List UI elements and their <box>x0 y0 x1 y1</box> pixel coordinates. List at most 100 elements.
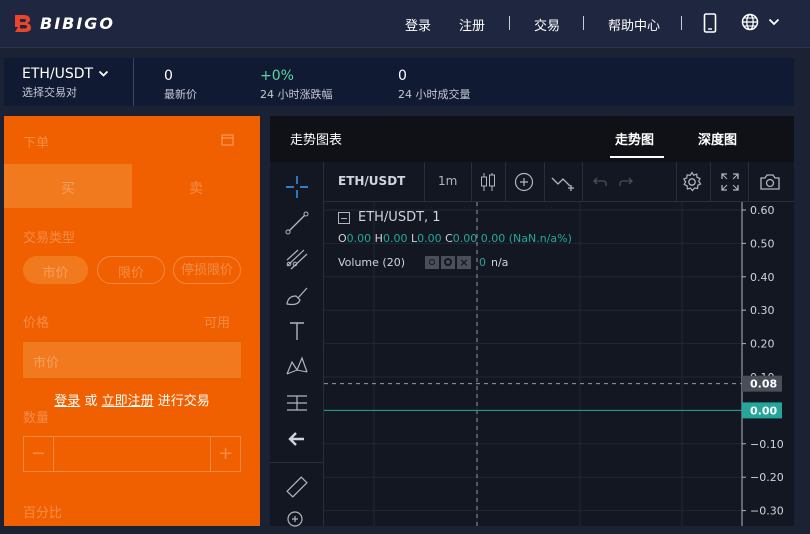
pattern-icon[interactable] <box>284 354 310 380</box>
chevron-down-icon[interactable] <box>768 18 780 26</box>
drawing-toolbar <box>270 162 324 527</box>
order-type-limit[interactable]: 限价 <box>97 256 165 284</box>
stat-change: +0% 24 小时涨跌幅 <box>260 68 333 102</box>
volume-label: 24 小时成交量 <box>398 88 471 101</box>
ruler-icon[interactable] <box>284 474 310 500</box>
camera-icon[interactable] <box>758 170 782 194</box>
order-type-market-label: 市价 <box>42 266 69 281</box>
trend-line-icon[interactable] <box>284 210 310 236</box>
nav-divider <box>681 16 682 30</box>
quantity-minus-button[interactable]: − <box>24 437 54 471</box>
undo-icon[interactable] <box>592 174 608 190</box>
tab-depth-chart[interactable]: 深度图 <box>698 129 737 148</box>
last-price-label: 0.00 <box>750 404 777 417</box>
measure-range-icon[interactable] <box>284 390 310 416</box>
candles-icon[interactable] <box>476 170 500 194</box>
text-tool-icon[interactable] <box>284 318 310 344</box>
stat-volume: 0 24 小时成交量 <box>398 68 471 102</box>
ohlc-o-value: 0.00 <box>346 232 372 245</box>
toolbar-separator <box>544 162 545 202</box>
order-type-market[interactable]: 市价 <box>23 256 88 284</box>
brush-icon[interactable] <box>284 282 310 308</box>
collapse-legend-icon[interactable] <box>338 211 350 224</box>
chevron-down-icon <box>98 70 109 77</box>
globe-icon[interactable] <box>741 13 759 31</box>
compare-icon[interactable] <box>550 170 576 194</box>
nav-register[interactable]: 注册 <box>459 0 485 48</box>
order-type-limit-label: 限价 <box>117 266 144 281</box>
toolbar-separator <box>582 162 583 202</box>
volume-legend-controls: × <box>425 256 471 269</box>
chart-interval[interactable]: 1m <box>438 174 457 188</box>
buy-tab[interactable]: 买 <box>4 164 132 208</box>
fullscreen-icon[interactable] <box>720 172 740 192</box>
price-label: 价格 <box>23 316 50 331</box>
nav-login[interactable]: 登录 <box>405 0 431 48</box>
mobile-phone-icon[interactable] <box>703 13 717 33</box>
sell-tab-label: 卖 <box>189 181 203 197</box>
toolbar-divider <box>270 462 324 463</box>
register-link[interactable]: 立即注册 <box>102 394 154 409</box>
zoom-in-icon[interactable] <box>284 508 310 534</box>
quantity-label: 数量 <box>23 411 50 426</box>
axis-tick-label: 0.60 <box>750 204 775 217</box>
settings-gear-icon[interactable] <box>680 170 704 194</box>
close-icon[interactable]: × <box>457 256 471 269</box>
toolbar-separator <box>748 162 749 202</box>
volume-legend: Volume (20) × 0 n/a <box>338 256 508 269</box>
volume-value: 0 <box>398 68 407 84</box>
brand-logo[interactable]: BIBIGO <box>12 12 115 34</box>
top-navbar: BIBIGO 登录 注册 交易 帮助中心 <box>0 0 810 48</box>
toolbar-separator <box>505 162 506 202</box>
legend-symbol: ETH/USDT, 1 <box>358 210 441 225</box>
pair-selector[interactable]: ETH/USDT 选择交易对 <box>22 66 109 100</box>
ohlc-o-label: O <box>338 232 347 245</box>
toolbar-separator <box>676 162 677 202</box>
sell-tab[interactable]: 卖 <box>132 164 260 208</box>
back-arrow-icon[interactable] <box>284 426 310 452</box>
axis-tick-label: −0.30 <box>750 505 784 518</box>
toolbar-separator <box>424 162 425 202</box>
pair-name: ETH/USDT <box>22 66 94 82</box>
quantity-stepper[interactable]: − + <box>23 436 241 472</box>
change-value: +0% <box>260 68 294 84</box>
order-title: 下单 <box>23 136 50 151</box>
chart-panel: 走势图表 走势图 深度图 ETH/USDT 1m 0.60 0.50 0.40 … <box>270 116 794 527</box>
ohlc-readout: O0.00 H0.00 L0.00 C0.00 0.00 (NaN.n/a%) <box>338 232 572 245</box>
order-panel: 下单 买 卖 交易类型 市价 限价 停损限价 价格 可用 市价 登录 或 立即注… <box>4 116 260 526</box>
volume-legend-na: n/a <box>491 256 509 269</box>
ohlc-h-value: 0.00 <box>382 232 408 245</box>
nav-divider <box>509 16 510 30</box>
quantity-plus-button[interactable]: + <box>210 437 240 471</box>
calendar-icon[interactable] <box>221 133 234 146</box>
nav-help[interactable]: 帮助中心 <box>608 0 660 48</box>
chart-symbol[interactable]: ETH/USDT <box>338 174 405 188</box>
nav-trade[interactable]: 交易 <box>534 0 560 48</box>
pitchfork-icon[interactable] <box>284 246 310 272</box>
toolbar-separator <box>471 162 472 202</box>
eye-icon[interactable] <box>425 256 439 269</box>
tab-trend-chart[interactable]: 走势图 <box>615 129 654 148</box>
order-type-stop-limit[interactable]: 停损限价 <box>173 256 241 284</box>
price-plot[interactable]: 0.600.500.400.300.200.100.00−0.10−0.20−0… <box>324 202 794 526</box>
buy-tab-label: 买 <box>61 181 75 197</box>
login-link[interactable]: 登录 <box>54 394 80 409</box>
login-prompt-or: 或 <box>84 394 98 409</box>
tab-active-indicator <box>610 156 664 158</box>
price-input[interactable]: 市价 <box>23 342 241 378</box>
crosshair-icon[interactable] <box>284 174 310 200</box>
add-indicator-icon[interactable] <box>512 170 536 194</box>
redo-icon[interactable] <box>618 174 634 190</box>
chart-top-toolbar: ETH/USDT 1m <box>324 162 794 202</box>
gear-icon[interactable] <box>441 256 455 269</box>
ohlc-h-label: H <box>374 232 383 245</box>
axis-tick-label: 0.20 <box>750 338 775 351</box>
change-label: 24 小时涨跌幅 <box>260 88 333 101</box>
order-type-stop-limit-label: 停损限价 <box>180 263 233 278</box>
brand-name: BIBIGO <box>40 13 116 33</box>
ohlc-c-label: C <box>445 232 453 245</box>
nav-divider <box>583 16 584 30</box>
series-legend: ETH/USDT, 1 <box>338 210 441 225</box>
ohlc-c-value: 0.00 <box>452 232 478 245</box>
crosshair-price-label: 0.08 <box>750 378 777 391</box>
